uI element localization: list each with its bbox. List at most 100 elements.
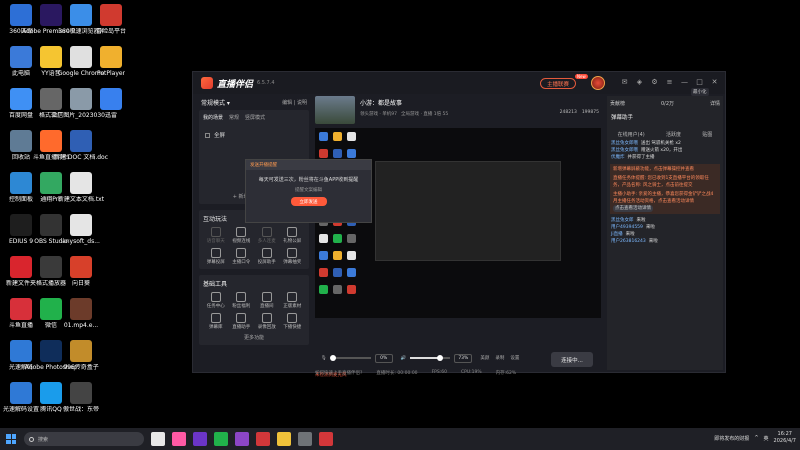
desktop-icon[interactable]: 傲世战：东帝 [62, 382, 100, 413]
taskbar-app-icon[interactable] [319, 432, 333, 446]
user-entry[interactable]: Ji直播 来啦 [607, 231, 723, 238]
tray-news[interactable]: 即将发布的财报 [714, 435, 749, 442]
message-icon[interactable]: ✉ [620, 77, 629, 86]
tool-button[interactable]: 弹幕投屏 [203, 248, 229, 265]
send-now-button[interactable]: 立即发送 [290, 197, 327, 206]
chat-username[interactable]: 黑丝兔女郎哦 [611, 148, 638, 153]
user-name[interactable]: Ji直播 [611, 232, 623, 237]
volume-slider[interactable] [410, 355, 451, 361]
streamer-league-button[interactable]: 主播联赛 [540, 78, 577, 89]
room-quality[interactable]: 全局游戏 · 直播 1倍 55 [401, 111, 448, 117]
help-link[interactable]: 如何快速上手直播伴侣? [315, 370, 362, 376]
scene-item-fullscreen[interactable]: 全屏 [205, 131, 303, 139]
taskbar-app-icon[interactable] [172, 432, 186, 446]
tool-button[interactable]: 主播口令 [229, 248, 255, 265]
chat-message[interactable]: 黑丝兔女郎哦 送出 驾驭机关枪 x2 [607, 140, 723, 147]
settings-button[interactable]: 设置 [510, 355, 519, 361]
clock[interactable]: 16:27 2026/4/7 [774, 431, 796, 445]
room-category[interactable]: 领头游戏 · 单机97 [360, 111, 397, 117]
tool-button[interactable]: 正版素材 [280, 292, 306, 309]
tool-button[interactable]: 多人连麦 [254, 227, 280, 244]
tab-my-scenes[interactable]: 我的场景 [203, 114, 223, 121]
taskbar-app-icon[interactable] [193, 432, 207, 446]
chat-username[interactable]: 伏魔炸 [611, 155, 625, 160]
tool-button[interactable]: 下播快捷 [280, 313, 306, 330]
chat-message[interactable]: 黑丝兔女郎哦 赠送火箭 x20，开出 [607, 147, 723, 154]
stream-preview[interactable] [315, 128, 601, 318]
tool-button[interactable]: 录像回放 [254, 313, 280, 330]
desktop-icon[interactable]: 迅雷 [92, 88, 130, 119]
desktop-icon[interactable]: 冒险岛平台 [92, 4, 130, 35]
settings-icon[interactable]: ⚙ [650, 77, 659, 86]
tool-button[interactable]: 弹幕抽奖 [280, 248, 306, 265]
beauty-button[interactable]: 美颜 [480, 355, 489, 361]
minimize-icon[interactable]: — [680, 77, 689, 86]
user-entry[interactable]: 黑丝兔女郎 来啦 [607, 217, 723, 224]
taskbar-app-icon[interactable] [235, 432, 249, 446]
tab-stickers[interactable]: 贴图 [702, 131, 712, 138]
tool-button[interactable]: 视频连线 [229, 227, 255, 244]
checkbox-icon[interactable] [205, 132, 210, 138]
avatar[interactable] [591, 76, 605, 90]
room-thumbnail[interactable] [315, 96, 355, 124]
desktop-icon[interactable]: anysoft_ds... [62, 214, 100, 245]
tool-label: 弹幕抽奖 [283, 260, 302, 265]
dialog-edit-link[interactable]: 提醒文案编辑 [246, 187, 371, 193]
mic-slider[interactable] [329, 355, 371, 361]
notice-block[interactable]: 新增弹幕屏蔽功能，点击弹幕操控并查看 直播任务体提醒: 您已收到1支直播平台的领… [610, 164, 720, 214]
record-button[interactable]: 录制 [495, 355, 504, 361]
tool-button[interactable]: 语音聊天 [203, 227, 229, 244]
close-icon[interactable]: ✕ [710, 77, 719, 86]
chat-message[interactable]: 伏魔炸 并获得了主播 [607, 154, 723, 161]
taskbar-app-icon[interactable] [298, 432, 312, 446]
tab-regular[interactable]: 常规 [229, 114, 239, 121]
desktop-icon[interactable]: 新建 DOC 文档.doc [54, 130, 108, 161]
scene-links[interactable]: 编辑 | 说明 [282, 99, 307, 106]
preview-icon [319, 234, 328, 243]
desktop-icon[interactable]: 向日葵 [62, 256, 100, 287]
tool-button[interactable]: 投屏助手 [254, 248, 280, 265]
user-entry[interactable]: 用户263816243 来啦 [607, 238, 723, 245]
tab-vertical[interactable]: 竖屏模式 [245, 114, 265, 121]
taskbar-app-icon[interactable] [151, 432, 165, 446]
tab-activity[interactable]: 活跃度 [666, 131, 681, 138]
activity-details-tag[interactable]: 点击查看活动详情 [613, 205, 653, 212]
tool-button[interactable]: 直播间 [254, 292, 280, 309]
scene-mode-dropdown[interactable]: 常规模式 ▾ [201, 98, 230, 107]
search-box[interactable]: 搜索 [24, 432, 144, 446]
menu-icon[interactable]: ≡ [665, 77, 674, 86]
tool-button[interactable]: 礼物公屏 [280, 227, 306, 244]
gift-icon[interactable]: ◈ [635, 77, 644, 86]
start-stream-button[interactable]: 连接中... [551, 352, 593, 367]
app-version: 6.5.7.4 [257, 80, 275, 86]
tool-button[interactable]: 粉丝福利 [229, 292, 255, 309]
tool-button[interactable]: 任务中心 [203, 292, 229, 309]
tool-button[interactable]: 直播助手 [229, 313, 255, 330]
desktop-icon[interactable]: 01.mp4.e... [62, 298, 100, 329]
maximize-icon[interactable]: □ [695, 77, 704, 86]
user-name[interactable]: 黑丝兔女郎 [611, 218, 634, 223]
desktop-icon[interactable]: 996传奇盒子 [62, 340, 100, 371]
start-button[interactable] [6, 434, 16, 444]
tool-button[interactable]: 弹幕库 [203, 313, 229, 330]
contribution-title[interactable]: 贡献榜 [610, 100, 625, 107]
desktop-icon[interactable]: 新建文本文档.txt [58, 172, 104, 203]
chat-username[interactable]: 黑丝兔女郎哦 [611, 141, 638, 146]
user-name[interactable]: 用户263816243 [611, 239, 646, 244]
taskbar-app-icon[interactable] [277, 432, 291, 446]
speaker-icon[interactable]: 🔊 [401, 356, 407, 361]
mic-icon[interactable]: 🎙 [321, 356, 327, 361]
chevron-up-icon[interactable]: ^ [754, 435, 758, 441]
user-entry[interactable]: 用户49394559 来啦 [607, 224, 723, 231]
desktop-icon[interactable]: PotPlayer [92, 46, 130, 77]
more-functions-link[interactable]: 更多功能 [203, 334, 305, 341]
tool-icon [261, 227, 272, 237]
tab-online-users[interactable]: 在线用户(4) [618, 131, 645, 138]
user-name[interactable]: 用户49394559 [611, 225, 643, 230]
taskbar-app-icon[interactable] [214, 432, 228, 446]
details-link[interactable]: 详情 [710, 100, 720, 107]
taskbar-app-icon[interactable] [256, 432, 270, 446]
language-indicator[interactable]: 英 [764, 435, 769, 442]
room-title[interactable]: 小游：都是故事 [360, 98, 448, 107]
interactive-tool-grid: 语音聊天 视频连线 多人连麦 礼物公屏弹幕投屏 主播口令 投屏助手 弹幕抽奖 [203, 227, 305, 265]
